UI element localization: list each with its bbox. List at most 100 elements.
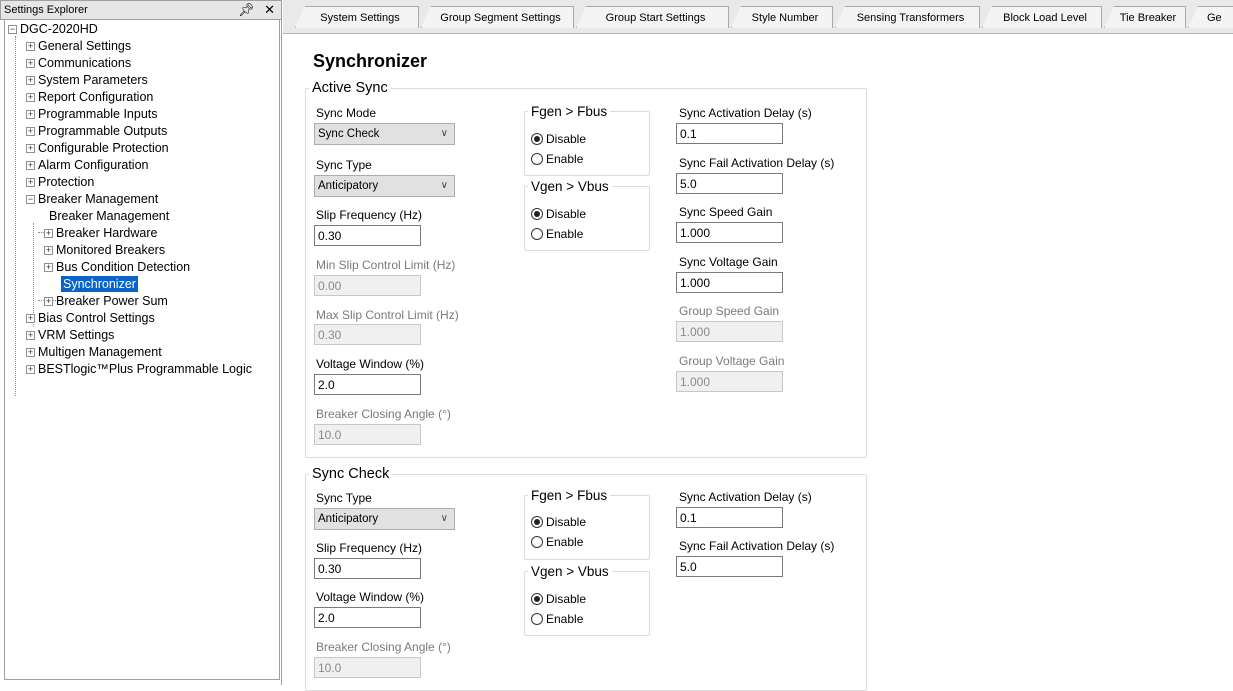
sync-mode-label: Sync Mode (316, 106, 377, 120)
sync-activation-delay-input[interactable] (676, 123, 783, 144)
expand-icon[interactable]: + (26, 178, 35, 188)
expand-icon[interactable]: + (26, 42, 35, 52)
sync-mode-value: Sync Check (318, 128, 380, 140)
sync-activation-delay-label: Sync Activation Delay (s) (679, 106, 812, 120)
tree-item-breaker-management-child[interactable]: Breaker Management (49, 208, 169, 225)
breaker-closing-angle-label: Breaker Closing Angle (°) (316, 407, 451, 421)
collapse-icon[interactable]: − (26, 195, 35, 205)
expand-icon[interactable]: + (44, 297, 53, 307)
check-vgen-disable-radio[interactable]: Disable (531, 591, 586, 606)
radio-selected-icon (531, 592, 543, 605)
collapse-icon[interactable]: − (8, 25, 17, 35)
tab-group-start-settings[interactable]: Group Start Settings (576, 6, 729, 28)
settings-explorer-panel: Settings Explorer 📌︎ ✕ − DGC-2020HD + Gene… (0, 0, 282, 685)
max-slip-limit-label: Max Slip Control Limit (Hz) (316, 308, 459, 322)
group-speed-gain-input (676, 321, 783, 342)
tab-ge-truncated[interactable]: Ge (1188, 6, 1233, 28)
sync-voltage-gain-input[interactable] (676, 272, 783, 293)
expand-icon[interactable]: + (26, 348, 35, 358)
fgen-fbus-legend: Fgen > Fbus (531, 104, 608, 119)
voltage-window-input[interactable] (314, 374, 421, 395)
sync-speed-gain-label: Sync Speed Gain (679, 205, 773, 219)
tree-item-report-configuration[interactable]: + Report Configuration (26, 89, 153, 106)
check-fgen-disable-radio[interactable]: Disable (531, 514, 586, 529)
tree-item-configurable-protection[interactable]: + Configurable Protection (26, 140, 169, 157)
check-sync-type-label: Sync Type (316, 491, 372, 505)
group-voltage-gain-input (676, 371, 783, 392)
tree-item-synchronizer[interactable]: Synchronizer (61, 276, 138, 293)
vgen-disable-radio[interactable]: Disable (531, 206, 586, 221)
expand-icon[interactable]: + (26, 365, 35, 375)
expand-icon[interactable]: + (26, 314, 35, 324)
min-slip-limit-label: Min Slip Control Limit (Hz) (316, 258, 456, 272)
tree-item-general-settings[interactable]: + General Settings (26, 38, 131, 55)
check-voltage-window-input[interactable] (314, 607, 421, 628)
check-sync-type-dropdown[interactable]: Anticipatory ∨ (314, 508, 455, 530)
fgen-disable-radio[interactable]: Disable (531, 131, 586, 146)
sync-type-dropdown[interactable]: Anticipatory ∨ (314, 175, 455, 197)
tree-root-dgc[interactable]: − DGC-2020HD (8, 21, 98, 38)
tree-item-multigen-management[interactable]: + Multigen Management (26, 344, 162, 361)
expand-icon[interactable]: + (26, 144, 35, 154)
tree-item-bus-condition-detection[interactable]: + Bus Condition Detection (44, 259, 190, 276)
slip-frequency-label: Slip Frequency (Hz) (316, 208, 423, 222)
radio-selected-icon (531, 132, 543, 145)
expand-icon[interactable]: + (44, 246, 53, 256)
max-slip-limit-input (314, 324, 421, 345)
settings-explorer-header: Settings Explorer 📌︎ ✕ (0, 0, 282, 20)
close-icon[interactable]: ✕ (264, 2, 275, 17)
expand-icon[interactable]: + (26, 161, 35, 171)
expand-icon[interactable]: + (44, 263, 53, 273)
tab-style-number[interactable]: Style Number (731, 6, 833, 28)
tree-item-programmable-inputs[interactable]: + Programmable Inputs (26, 106, 158, 123)
check-fgen-enable-radio[interactable]: Enable (531, 534, 583, 549)
chevron-down-icon: ∨ (440, 513, 448, 524)
tree-item-breaker-power-sum[interactable]: + Breaker Power Sum (44, 293, 168, 310)
expand-icon[interactable]: + (26, 93, 35, 103)
breaker-closing-angle-input (314, 424, 421, 445)
settings-tree: − DGC-2020HD + General Settings + Communica… (4, 20, 280, 680)
sync-fail-activation-delay-input[interactable] (676, 173, 783, 194)
tree-item-vrm-settings[interactable]: + VRM Settings (26, 327, 114, 344)
expand-icon[interactable]: + (26, 76, 35, 86)
expand-icon[interactable]: + (26, 331, 35, 341)
sync-type-value: Anticipatory (318, 180, 379, 192)
sync-fail-activation-delay-label: Sync Fail Activation Delay (s) (679, 156, 835, 170)
fgen-enable-radio[interactable]: Enable (531, 151, 583, 166)
check-breaker-closing-angle-input (314, 657, 421, 678)
slip-frequency-input[interactable] (314, 225, 421, 246)
tree-item-programmable-outputs[interactable]: + Programmable Outputs (26, 123, 167, 140)
tree-item-breaker-management[interactable]: − Breaker Management (26, 191, 158, 208)
expand-icon[interactable]: + (44, 229, 53, 239)
tree-item-bias-control-settings[interactable]: + Bias Control Settings (26, 310, 155, 327)
tree-item-alarm-configuration[interactable]: + Alarm Configuration (26, 157, 148, 174)
tree-item-breaker-hardware[interactable]: + Breaker Hardware (44, 225, 157, 242)
expand-icon[interactable]: + (26, 110, 35, 120)
sync-speed-gain-input[interactable] (676, 222, 783, 243)
tree-item-monitored-breakers[interactable]: + Monitored Breakers (44, 242, 165, 259)
vgen-enable-radio[interactable]: Enable (531, 226, 583, 241)
tree-item-communications[interactable]: + Communications (26, 55, 131, 72)
sync-voltage-gain-label: Sync Voltage Gain (679, 255, 778, 269)
expand-icon[interactable]: + (26, 127, 35, 137)
tree-item-bestlogic-plus[interactable]: + BESTlogic™Plus Programmable Logic (26, 361, 252, 378)
sync-mode-dropdown[interactable]: Sync Check ∨ (314, 123, 455, 145)
radio-unselected-icon (531, 227, 543, 240)
pin-icon[interactable]: 📌︎ (238, 2, 255, 17)
page-title: Synchronizer (313, 51, 428, 71)
tab-tie-breaker[interactable]: Tie Breaker (1104, 6, 1186, 28)
tab-block-load-level[interactable]: Block Load Level (982, 6, 1102, 28)
tab-system-settings[interactable]: System Settings (295, 6, 419, 28)
check-slip-frequency-input[interactable] (314, 558, 421, 579)
radio-selected-icon (531, 207, 543, 220)
expand-icon[interactable]: + (26, 59, 35, 69)
tab-sensing-transformers[interactable]: Sensing Transformers (835, 6, 980, 28)
tab-group-segment-settings[interactable]: Group Segment Settings (421, 6, 574, 28)
check-sync-activation-delay-input[interactable] (676, 507, 783, 528)
tree-item-system-parameters[interactable]: + System Parameters (26, 72, 148, 89)
check-sync-fail-activation-delay-input[interactable] (676, 556, 783, 577)
tree-item-protection[interactable]: + Protection (26, 174, 94, 191)
check-vgen-enable-radio[interactable]: Enable (531, 611, 583, 626)
voltage-window-label: Voltage Window (%) (316, 357, 425, 371)
check-vgen-vbus-legend: Vgen > Vbus (531, 564, 609, 579)
